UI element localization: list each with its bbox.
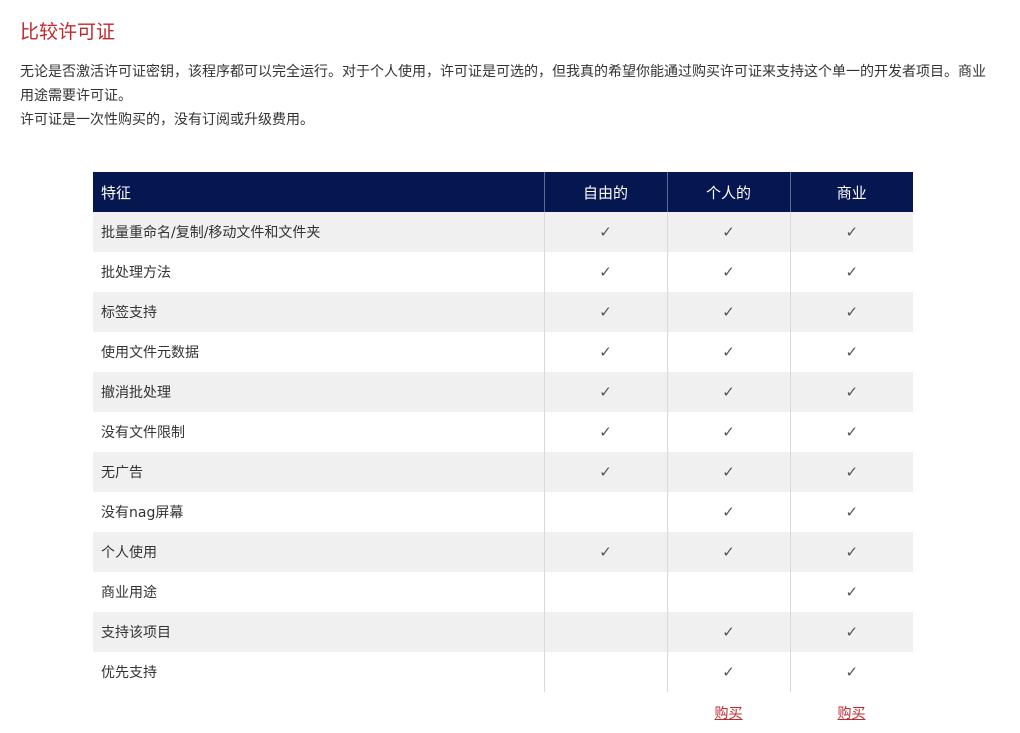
feature-name: 无广告 <box>93 452 544 492</box>
check-icon: ✓ <box>543 532 667 572</box>
feature-name: 支持该项目 <box>93 612 544 652</box>
table-row: 撤消批处理 ✓ ✓ ✓ <box>93 372 913 412</box>
check-icon: ✓ <box>543 452 667 492</box>
intro-paragraph-1: 无论是否激活许可证密钥，该程序都可以完全运行。对于个人使用，许可证是可选的，但我… <box>20 64 986 104</box>
license-comparison-table: 特征 自由的 个人的 商业 批量重命名/复制/移动文件和文件夹 ✓ ✓ ✓ 批处… <box>93 172 913 733</box>
feature-name: 批处理方法 <box>93 252 544 292</box>
buy-personal-cell: 购买 <box>667 692 790 733</box>
check-icon: ✓ <box>789 292 913 332</box>
check-icon: ✓ <box>666 492 790 532</box>
buy-business-link[interactable]: 购买 <box>838 706 866 722</box>
header-feature: 特征 <box>93 172 544 212</box>
table-row: 批量重命名/复制/移动文件和文件夹 ✓ ✓ ✓ <box>93 212 913 252</box>
check-icon <box>666 572 790 612</box>
check-icon: ✓ <box>543 372 667 412</box>
header-business: 商业 <box>789 172 913 212</box>
check-icon: ✓ <box>789 252 913 292</box>
check-icon: ✓ <box>789 612 913 652</box>
check-icon: ✓ <box>789 212 913 252</box>
table-row: 无广告 ✓ ✓ ✓ <box>93 452 913 492</box>
feature-name: 优先支持 <box>93 652 544 692</box>
check-icon <box>543 572 667 612</box>
check-icon: ✓ <box>789 492 913 532</box>
buy-spacer <box>93 692 544 733</box>
table-body: 批量重命名/复制/移动文件和文件夹 ✓ ✓ ✓ 批处理方法 ✓ ✓ ✓ 标签支持… <box>93 212 913 692</box>
check-icon: ✓ <box>789 332 913 372</box>
check-icon: ✓ <box>543 292 667 332</box>
header-personal: 个人的 <box>666 172 790 212</box>
feature-name: 标签支持 <box>93 292 544 332</box>
check-icon: ✓ <box>666 332 790 372</box>
table-row: 标签支持 ✓ ✓ ✓ <box>93 292 913 332</box>
check-icon: ✓ <box>666 532 790 572</box>
check-icon: ✓ <box>666 652 790 692</box>
table-row: 没有nag屏幕 ✓ ✓ <box>93 492 913 532</box>
feature-name: 个人使用 <box>93 532 544 572</box>
table-row: 商业用途 ✓ <box>93 572 913 612</box>
buy-spacer <box>544 692 667 733</box>
buy-business-cell: 购买 <box>790 692 913 733</box>
feature-name: 商业用途 <box>93 572 544 612</box>
check-icon: ✓ <box>789 452 913 492</box>
feature-name: 批量重命名/复制/移动文件和文件夹 <box>93 212 544 252</box>
intro-text: 无论是否激活许可证密钥，该程序都可以完全运行。对于个人使用，许可证是可选的，但我… <box>20 60 995 132</box>
check-icon: ✓ <box>666 252 790 292</box>
check-icon <box>543 612 667 652</box>
table-header-row: 特征 自由的 个人的 商业 <box>93 172 913 212</box>
intro-paragraph-2: 许可证是一次性购买的，没有订阅或升级费用。 <box>20 112 314 128</box>
check-icon: ✓ <box>543 412 667 452</box>
check-icon <box>543 652 667 692</box>
check-icon <box>543 492 667 532</box>
table-row: 优先支持 ✓ ✓ <box>93 652 913 692</box>
check-icon: ✓ <box>666 452 790 492</box>
buy-row: 购买 购买 <box>93 692 913 733</box>
check-icon: ✓ <box>789 372 913 412</box>
check-icon: ✓ <box>789 412 913 452</box>
check-icon: ✓ <box>666 412 790 452</box>
feature-name: 没有文件限制 <box>93 412 544 452</box>
feature-name: 撤消批处理 <box>93 372 544 412</box>
check-icon: ✓ <box>543 252 667 292</box>
header-free: 自由的 <box>543 172 667 212</box>
check-icon: ✓ <box>789 652 913 692</box>
table-row: 没有文件限制 ✓ ✓ ✓ <box>93 412 913 452</box>
table-row: 支持该项目 ✓ ✓ <box>93 612 913 652</box>
check-icon: ✓ <box>666 372 790 412</box>
feature-name: 没有nag屏幕 <box>93 492 544 532</box>
page-title: 比较许可证 <box>20 21 116 43</box>
check-icon: ✓ <box>543 332 667 372</box>
check-icon: ✓ <box>543 212 667 252</box>
check-icon: ✓ <box>789 532 913 572</box>
check-icon: ✓ <box>666 292 790 332</box>
check-icon: ✓ <box>666 612 790 652</box>
feature-name: 使用文件元数据 <box>93 332 544 372</box>
check-icon: ✓ <box>666 212 790 252</box>
buy-personal-link[interactable]: 购买 <box>715 706 743 722</box>
check-icon: ✓ <box>789 572 913 612</box>
table-row: 个人使用 ✓ ✓ ✓ <box>93 532 913 572</box>
table-row: 使用文件元数据 ✓ ✓ ✓ <box>93 332 913 372</box>
table-row: 批处理方法 ✓ ✓ ✓ <box>93 252 913 292</box>
